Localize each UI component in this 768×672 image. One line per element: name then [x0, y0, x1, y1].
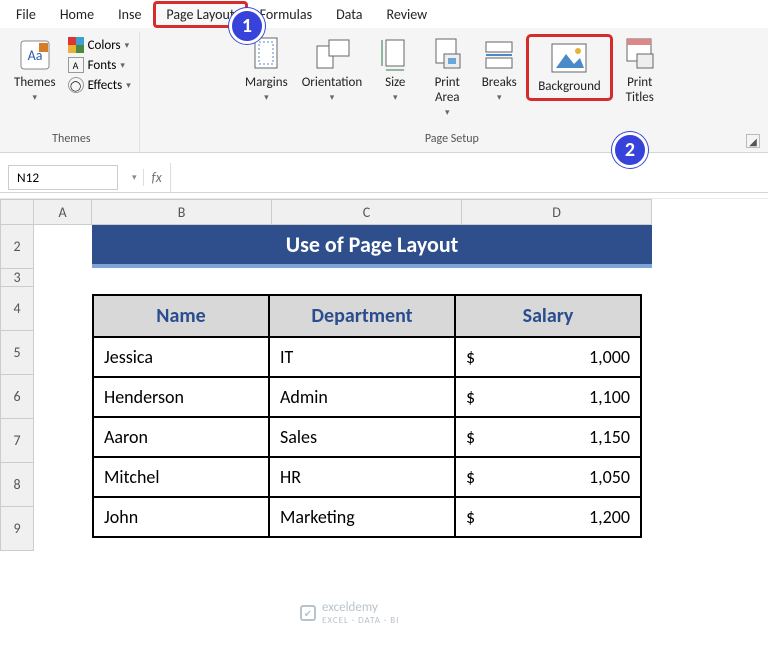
breaks-button[interactable]: Breaks▾ — [474, 34, 524, 105]
fx-label[interactable]: fx — [143, 169, 170, 186]
table-row[interactable]: JessicaIT$1,000 — [93, 337, 641, 377]
orientation-button[interactable]: Orientation▾ — [296, 34, 369, 105]
formula-bar: ▾ fx — [0, 163, 768, 193]
row-header[interactable]: 3 — [0, 269, 34, 287]
print-titles-icon — [621, 36, 659, 74]
row-header[interactable]: 4 — [0, 287, 34, 331]
margins-button[interactable]: Margins▾ — [239, 34, 294, 105]
tab-home[interactable]: Home — [48, 2, 106, 27]
sheet-title: Use of Page Layout — [92, 225, 652, 264]
colors-button[interactable]: Colors▾ — [64, 36, 135, 54]
th-salary: Salary — [455, 295, 641, 337]
tab-insert[interactable]: Inse — [106, 2, 153, 27]
background-highlight: Background — [526, 34, 613, 101]
ribbon-group-themes: Aa Themes▾ Colors▾ A Fonts▾ ◯ Effects▾ — [4, 32, 140, 152]
row-header[interactable]: 8 — [0, 463, 34, 507]
fonts-icon: A — [68, 57, 84, 73]
group-label-page-setup: Page Setup — [425, 130, 479, 150]
col-header[interactable]: C — [272, 199, 462, 225]
page-setup-dialog-launcher[interactable]: ◢ — [746, 134, 760, 148]
tab-file[interactable]: File — [4, 2, 48, 27]
colors-icon — [68, 37, 84, 53]
name-box-dropdown[interactable]: ▾ — [126, 172, 143, 183]
select-all-cell[interactable] — [0, 199, 34, 225]
themes-button[interactable]: Aa Themes▾ — [8, 34, 62, 105]
effects-icon: ◯ — [68, 77, 84, 93]
orientation-icon — [313, 36, 351, 74]
watermark-icon: ✔ — [300, 605, 316, 621]
col-header[interactable]: A — [34, 199, 92, 225]
size-icon — [376, 36, 414, 74]
print-area-button[interactable]: Print Area▾ — [422, 34, 472, 120]
background-icon — [550, 40, 588, 78]
worksheet: 2 3 4 5 6 7 8 9 A B C D Use of Page Layo… — [0, 199, 768, 551]
background-button[interactable]: Background — [532, 38, 607, 97]
table-row[interactable]: HendersonAdmin$1,100 — [93, 377, 641, 417]
table-row[interactable]: JohnMarketing$1,200 — [93, 497, 641, 537]
size-button[interactable]: Size▾ — [370, 34, 420, 105]
row-header[interactable]: 7 — [0, 419, 34, 463]
tab-review[interactable]: Review — [374, 2, 439, 27]
data-table: Name Department Salary JessicaIT$1,000 H… — [92, 294, 642, 538]
breaks-icon — [480, 36, 518, 74]
col-header[interactable]: B — [92, 199, 272, 225]
formula-input[interactable] — [170, 163, 768, 192]
table-row[interactable]: MitchelHR$1,050 — [93, 457, 641, 497]
th-dept: Department — [269, 295, 455, 337]
tab-data[interactable]: Data — [324, 2, 374, 27]
col-header[interactable]: D — [462, 199, 652, 225]
effects-button[interactable]: ◯ Effects▾ — [64, 76, 135, 94]
row-header[interactable]: 2 — [0, 225, 34, 269]
themes-icon: Aa — [16, 36, 54, 74]
table-row[interactable]: AaronSales$1,150 — [93, 417, 641, 457]
annotation-step-1: 1 — [229, 8, 265, 44]
row-header[interactable]: 9 — [0, 507, 34, 551]
watermark: ✔ exceldemyEXCEL · DATA · BI — [300, 600, 399, 626]
ribbon-group-page-setup: Margins▾ Orientation▾ Size▾ Print Area▾ … — [140, 32, 764, 152]
th-name: Name — [93, 295, 269, 337]
row-headers: 2 3 4 5 6 7 8 9 — [0, 199, 34, 551]
row-header[interactable]: 5 — [0, 331, 34, 375]
column-headers: A B C D — [34, 199, 768, 225]
row-header[interactable]: 6 — [0, 375, 34, 419]
name-box[interactable] — [8, 165, 118, 190]
cell-area[interactable]: Use of Page Layout Name Department Salar… — [34, 225, 768, 538]
group-label-themes: Themes — [52, 130, 90, 150]
print-area-icon — [428, 36, 466, 74]
annotation-step-2: 2 — [612, 132, 648, 168]
ribbon: Aa Themes▾ Colors▾ A Fonts▾ ◯ Effects▾ — [0, 28, 768, 153]
print-titles-button[interactable]: Print Titles — [615, 34, 665, 108]
fonts-button[interactable]: A Fonts▾ — [64, 56, 135, 74]
ribbon-tabbar: File Home Inse Page Layout Formulas Data… — [0, 0, 768, 28]
